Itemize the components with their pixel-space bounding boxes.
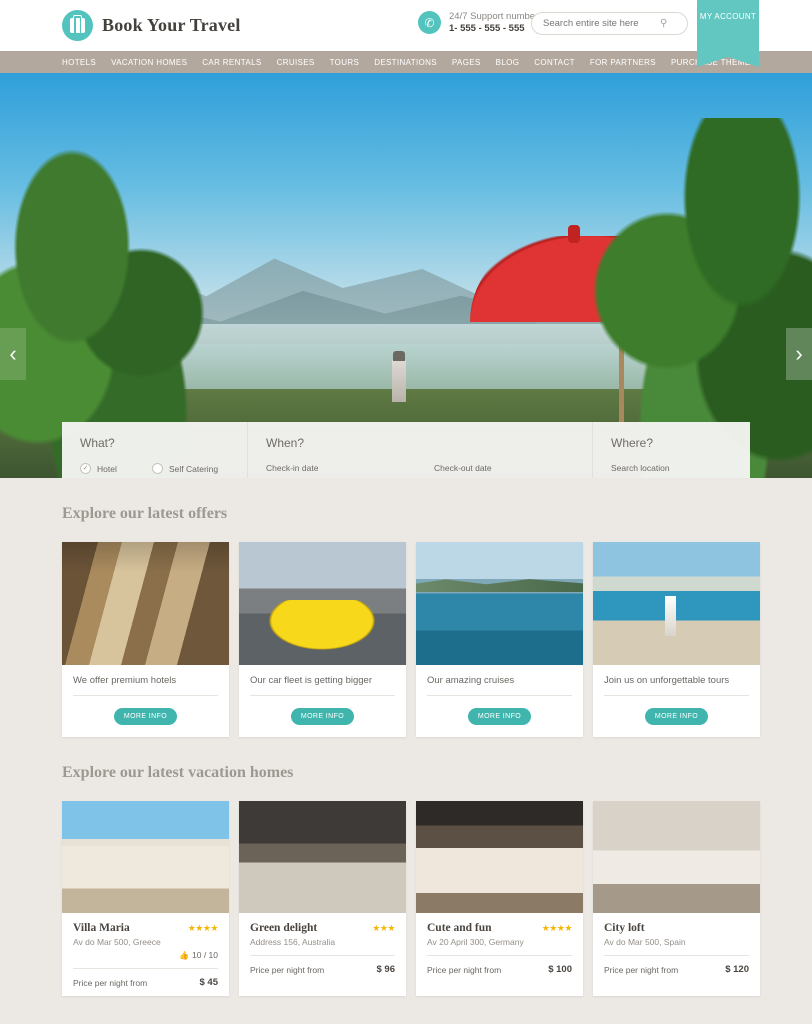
more-info-button[interactable]: MORE INFO [645, 708, 708, 725]
when-title: When? [266, 436, 305, 450]
vacation-home-card[interactable]: Villa Maria ★★★★ Av do Mar 500, Greece 👍… [62, 801, 229, 996]
price-label: Price per night from [604, 964, 679, 975]
phone-icon: ✆ [418, 11, 441, 35]
loft-staircase-photo [593, 801, 760, 913]
checkin-label: Check-in date [266, 463, 319, 473]
radio-indicator [152, 463, 163, 474]
price-label: Price per night from [427, 964, 502, 975]
nav-item-pages[interactable]: PAGES [452, 58, 481, 67]
vacation-home-address: Av 20 April 300, Germany [427, 937, 524, 947]
search-when-column: When? Check-in date 📅 Check-out date 📅 [247, 422, 592, 478]
chevron-left-icon[interactable]: ‹ [0, 328, 26, 380]
vacation-home-name: City loft [604, 922, 645, 934]
search-icon[interactable]: ⚲ [660, 18, 667, 29]
vacation-homes-section-title: Explore our latest vacation homes [62, 764, 294, 781]
canopy-bed-photo [416, 801, 583, 913]
main-navigation: HOTELS VACATION HOMES CAR RENTALS CRUISE… [0, 51, 812, 73]
suitcase-icon [62, 10, 93, 41]
chevron-right-icon[interactable]: › [786, 328, 812, 380]
logo-text: Book Your Travel [102, 15, 241, 35]
vacation-home-name: Villa Maria [73, 922, 130, 934]
star-rating: ★★★★ [541, 922, 573, 933]
page-root: Book Your Travel ✆ 24/7 Support number 1… [0, 0, 812, 1024]
vacation-home-name: Cute and fun [427, 922, 492, 934]
offer-text: Our amazing cruises [427, 675, 572, 696]
nav-item-tours[interactable]: TOURS [330, 58, 360, 67]
nav-item-destinations[interactable]: DESTINATIONS [374, 58, 437, 67]
hero-umbrella-finial [568, 225, 580, 243]
offer-card[interactable]: We offer premium hotels MORE INFO [62, 542, 229, 737]
site-header: Book Your Travel ✆ 24/7 Support number 1… [0, 0, 812, 67]
search-what-column: What? Hotel Self Catering Rent a Car [62, 422, 247, 478]
vacation-home-score: 👍 10 / 10 [73, 950, 218, 960]
price-value: $ 45 [199, 977, 219, 988]
nav-item-contact[interactable]: CONTACT [534, 58, 575, 67]
radio-label: Hotel [97, 463, 117, 474]
hero-slider: ‹ › What? Hotel Self Catering [0, 73, 812, 478]
booking-search-panel: What? Hotel Self Catering Rent a Car [62, 422, 750, 478]
star-rating: ★★★ [372, 922, 395, 933]
radio-indicator [80, 463, 91, 474]
lighthouse-beach-photo [593, 542, 760, 665]
price-label: Price per night from [73, 977, 148, 988]
vacation-homes-card-list: Villa Maria ★★★★ Av do Mar 500, Greece 👍… [62, 801, 760, 996]
nav-item-cruises[interactable]: CRUISES [277, 58, 315, 67]
thumbs-up-icon: 👍 [179, 950, 189, 960]
vacation-home-card[interactable]: City loft Av do Mar 500, Spain Price per… [593, 801, 760, 996]
nav-item-hotels[interactable]: HOTELS [62, 58, 96, 67]
radio-option-hotel[interactable]: Hotel [80, 463, 152, 474]
hotel-lobby-photo [62, 542, 229, 665]
price-value: $ 120 [725, 964, 749, 975]
offers-card-list: We offer premium hotels MORE INFO Our ca… [62, 542, 760, 737]
search-input[interactable] [532, 18, 660, 29]
vacation-home-card[interactable]: Cute and fun ★★★★ Av 20 April 300, Germa… [416, 801, 583, 996]
more-info-button[interactable]: MORE INFO [468, 708, 531, 725]
checkout-label: Check-out date [434, 463, 492, 473]
more-info-button[interactable]: MORE INFO [114, 708, 177, 725]
my-account-label: MY ACCOUNT [699, 12, 757, 21]
offer-card[interactable]: Our car fleet is getting bigger MORE INF… [239, 542, 406, 737]
checkin-group: Check-in date 📅 [266, 463, 413, 478]
cruise-deck-ocean-photo [416, 542, 583, 665]
where-title: Where? [611, 436, 654, 450]
offers-section-title: Explore our latest offers [62, 505, 228, 522]
vacation-home-address: Av do Mar 500, Greece [73, 937, 161, 947]
search-where-column: Where? Search location Select location ▲… [592, 422, 750, 478]
support-block: ✆ 24/7 Support number 1- 555 - 555 - 555 [418, 11, 538, 35]
price-label: Price per night from [250, 964, 325, 975]
offer-text: We offer premium hotels [73, 675, 218, 696]
vacation-home-name: Green delight [250, 922, 318, 934]
offer-card[interactable]: Our amazing cruises MORE INFO [416, 542, 583, 737]
support-label: 24/7 Support number [449, 11, 539, 22]
support-number: 1- 555 - 555 - 555 [449, 22, 525, 34]
what-title: What? [80, 436, 115, 450]
nav-item-car-rentals[interactable]: CAR RENTALS [202, 58, 261, 67]
offer-text: Our car fleet is getting bigger [250, 675, 395, 696]
location-label: Search location [611, 463, 670, 473]
star-rating: ★★★★ [187, 922, 219, 933]
vacation-home-address: Address 156, Australia [250, 937, 336, 947]
vacation-home-address: Av do Mar 500, Spain [604, 937, 686, 947]
nav-item-for-partners[interactable]: FOR PARTNERS [590, 58, 656, 67]
price-value: $ 96 [376, 964, 396, 975]
nav-item-blog[interactable]: BLOG [496, 58, 520, 67]
green-bedroom-photo [239, 801, 406, 913]
hero-lighthouse [392, 351, 406, 402]
yellow-sports-car-photo [239, 542, 406, 665]
my-account-ribbon[interactable]: MY ACCOUNT [697, 0, 759, 67]
site-logo[interactable]: Book Your Travel [62, 10, 241, 41]
radio-label: Self Catering [169, 463, 219, 474]
offer-card[interactable]: Join us on unforgettable tours MORE INFO [593, 542, 760, 737]
site-search[interactable]: ⚲ [531, 12, 688, 35]
checkout-group: Check-out date 📅 [434, 463, 581, 478]
radio-option-self-catering[interactable]: Self Catering [152, 463, 232, 474]
more-info-button[interactable]: MORE INFO [291, 708, 354, 725]
villa-exterior-photo [62, 801, 229, 913]
main-content: Explore our latest offers We offer premi… [0, 478, 812, 996]
nav-item-vacation-homes[interactable]: VACATION HOMES [111, 58, 187, 67]
price-value: $ 100 [548, 964, 572, 975]
offer-text: Join us on unforgettable tours [604, 675, 749, 696]
vacation-home-card[interactable]: Green delight ★★★ Address 156, Australia… [239, 801, 406, 996]
score-value: 10 / 10 [192, 950, 218, 960]
